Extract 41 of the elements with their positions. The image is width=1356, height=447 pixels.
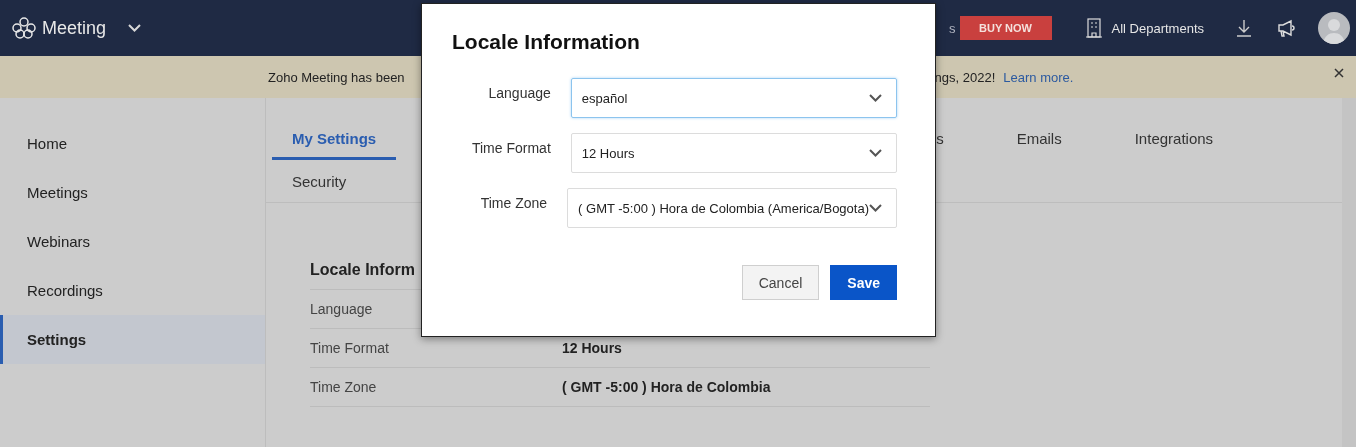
sidebar-item[interactable]: Recordings [0, 266, 265, 315]
nav-tab[interactable]: My Settings [272, 130, 397, 160]
field-label: Time Zone [479, 194, 548, 211]
chevron-down-icon [128, 24, 142, 32]
download-icon[interactable] [1234, 18, 1254, 38]
buy-now-button[interactable]: BUY NOW [959, 16, 1052, 40]
dialog-title: Locale Information [452, 30, 641, 54]
select-field[interactable]: ( GMT -5:00 ) Hora de Colombia (America/Bogota) [567, 188, 897, 228]
sidebar-item[interactable]: Meetings [0, 168, 265, 217]
row-value: 12 Hours [562, 340, 622, 356]
save-button[interactable]: Save [830, 265, 897, 300]
nav-tab[interactable]: Security [272, 172, 367, 190]
nav-tab[interactable]: Emails [996, 130, 1082, 160]
building-icon [1085, 18, 1102, 38]
app-name: Meeting [42, 17, 107, 39]
row-label: Time Zone [310, 379, 378, 395]
select-field[interactable]: 12 Hours [570, 133, 897, 173]
close-icon[interactable] [1334, 68, 1344, 78]
header-text: s [949, 20, 956, 36]
row-label: Language [310, 301, 374, 317]
sidebar-item[interactable]: Webinars [0, 217, 265, 266]
chevron-down-icon [869, 149, 882, 157]
flower-logo-icon [12, 17, 36, 39]
learn-more-link[interactable]: Learn more. [1003, 69, 1074, 85]
chevron-down-icon [869, 204, 882, 212]
banner-text: Zoho Meeting has been [268, 69, 405, 85]
nav-tab[interactable]: Integrations [1114, 130, 1234, 160]
select-field[interactable]: español [570, 78, 897, 118]
field-label: Time Format [470, 139, 551, 156]
sidebar-item[interactable]: Home [0, 119, 265, 168]
app-menu-button[interactable] [128, 24, 142, 32]
chevron-down-icon [869, 94, 882, 102]
megaphone-icon[interactable] [1276, 18, 1296, 38]
cancel-button[interactable]: Cancel [741, 265, 820, 300]
row-value: ( GMT -5:00 ) Hora de Colombia [562, 379, 771, 395]
field-label: Language [487, 84, 551, 101]
row-label: Time Format [310, 340, 390, 356]
department-selector[interactable]: All Departments [1111, 20, 1204, 36]
sidebar-item[interactable]: Settings [0, 315, 265, 364]
user-avatar[interactable] [1318, 12, 1350, 44]
scrollbar[interactable] [1342, 98, 1356, 447]
